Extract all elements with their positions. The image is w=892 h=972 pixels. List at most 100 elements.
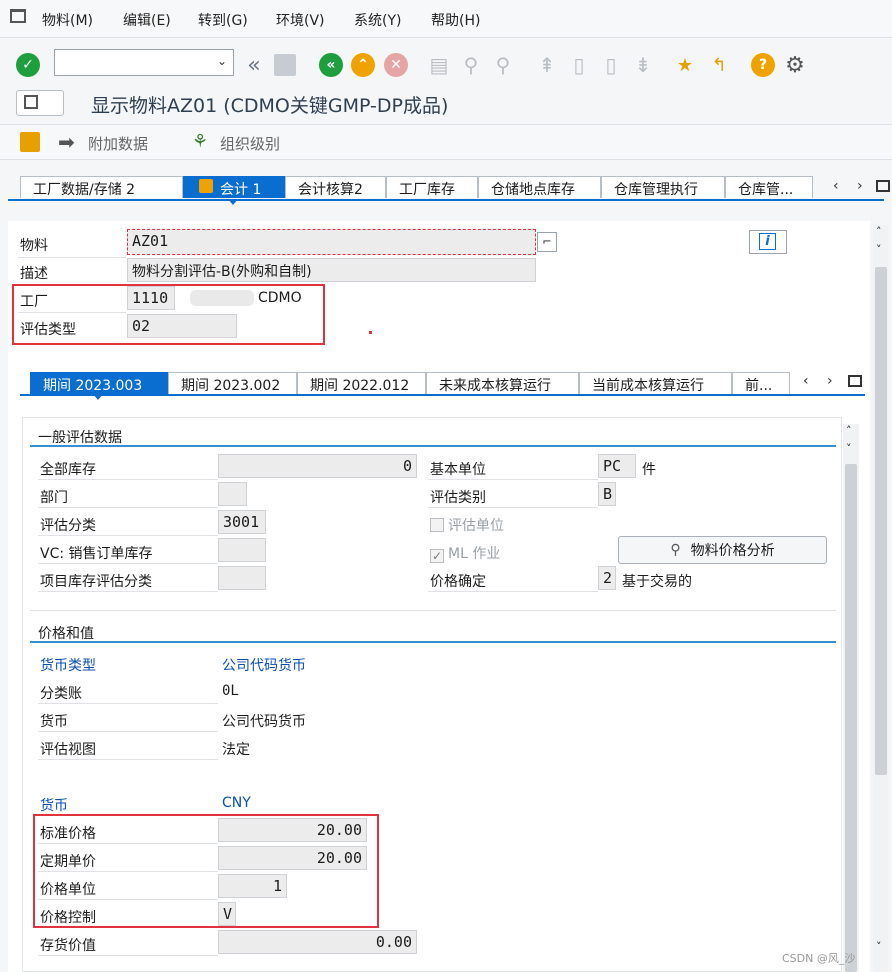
valuation-view-label: 评估视图 xyxy=(40,742,96,758)
menu-edit[interactable]: 编辑(E) xyxy=(123,10,171,30)
tab-costing-2[interactable]: 会计核算2 xyxy=(285,176,386,198)
outer-scroll-down-arrow-icon[interactable]: ˅ xyxy=(876,940,882,953)
page-title: 显示物料AZ01 (CDMO关键GMP-DP成品) xyxy=(91,95,449,117)
title-menu-icon xyxy=(24,95,38,109)
menu-bar: 物料(M) 编辑(E) 转到(G) 环境(V) 系统(Y) 帮助(H) xyxy=(0,0,892,38)
tab-period-2023-003[interactable]: 期间 2023.003 xyxy=(30,372,168,394)
inner-scroll-thumb[interactable] xyxy=(845,464,857,972)
tab-future-costing[interactable]: 未来成本核算运行 xyxy=(426,372,579,394)
tab-scroll-right-icon[interactable]: › xyxy=(857,178,863,194)
tab-plant-stock[interactable]: 工厂库存 xyxy=(386,176,478,198)
shortcut-icon[interactable]: ↰ xyxy=(706,52,732,78)
currency-type-label: 货币类型 xyxy=(40,658,96,674)
base-unit-label: 基本单位 xyxy=(430,462,486,478)
period-tab-right-icon[interactable]: › xyxy=(827,373,833,389)
menu-help[interactable]: 帮助(H) xyxy=(431,10,480,30)
label-underline xyxy=(38,563,218,564)
chevron-down-icon[interactable]: ⌄ xyxy=(217,54,227,68)
valuation-unit-label: 评估单位 xyxy=(448,518,504,534)
inventory-value-field: 0.00 xyxy=(218,930,417,954)
price-determination-text: 基于交易的 xyxy=(622,574,692,590)
menu-goto[interactable]: 转到(G) xyxy=(198,10,248,30)
currency-type-value: 公司代码货币 xyxy=(222,658,306,674)
tab-previous[interactable]: 前... xyxy=(732,372,790,394)
tab-plant-storage-2[interactable]: 工厂数据/存储 2 xyxy=(20,176,183,198)
outer-scrollbar[interactable]: ˄ ˅ ˅ xyxy=(873,225,889,972)
help-icon[interactable]: ? xyxy=(750,52,776,78)
print-icon[interactable]: ▤ xyxy=(426,52,452,78)
ledger-label: 分类账 xyxy=(40,686,82,702)
magnifier-icon: ⚲ xyxy=(670,542,681,558)
next-page-icon[interactable]: ▯ xyxy=(598,52,624,78)
label-underline xyxy=(38,955,218,956)
arrow-right-icon: ➡ xyxy=(58,130,75,154)
org-levels-button[interactable]: 组织级别 xyxy=(220,133,280,154)
outer-scroll-down-icon[interactable]: ˅ xyxy=(876,243,882,256)
base-unit-field: PC xyxy=(598,454,636,478)
find-icon[interactable]: ⚲ xyxy=(458,52,484,78)
back-double-icon[interactable]: « xyxy=(241,52,267,78)
previous-page-icon[interactable]: ▯ xyxy=(566,52,592,78)
save-icon[interactable] xyxy=(272,52,298,78)
label-underline xyxy=(38,731,218,732)
price-determination-label: 价格确定 xyxy=(430,574,486,590)
org-levels-icon: ⚘ xyxy=(192,131,209,152)
price-determination-field: 2 xyxy=(598,566,616,590)
period-tab-underline xyxy=(20,394,865,396)
first-page-icon[interactable]: ⇞ xyxy=(534,52,560,78)
price-analysis-label: 物料价格分析 xyxy=(690,543,775,559)
general-section-title: 一般评估数据 xyxy=(38,430,122,446)
material-price-analysis-button[interactable]: ⚲ 物料价格分析 xyxy=(618,536,827,564)
material-link-icon[interactable]: ⌐ xyxy=(537,232,557,252)
outer-scroll-thumb[interactable] xyxy=(875,267,887,775)
tab-period-2023-002[interactable]: 期间 2023.002 xyxy=(168,372,297,394)
scroll-up-icon[interactable]: ˄ xyxy=(846,424,852,437)
tab-storage-location-stock[interactable]: 仓储地点库存 xyxy=(478,176,601,198)
active-tab-marker xyxy=(228,199,238,207)
valuation-unit-checkbox[interactable]: 评估单位 xyxy=(430,515,504,535)
valuation-view-value: 法定 xyxy=(222,742,250,758)
create-session-icon[interactable]: ★ xyxy=(672,52,698,78)
info-icon: i xyxy=(759,233,776,250)
tab-period-2022-012[interactable]: 期间 2022.012 xyxy=(297,372,426,394)
division-label: 部门 xyxy=(40,490,68,506)
ml-active-checkbox[interactable]: ✓ ML 作业 xyxy=(430,543,500,563)
tab-scroll-left-icon[interactable]: ‹ xyxy=(833,178,839,194)
outer-scroll-up-icon[interactable]: ˄ xyxy=(876,225,882,238)
label-underline xyxy=(428,507,598,508)
enter-icon[interactable]: ✓ xyxy=(15,52,41,78)
project-stock-label: 项目库存评估分类 xyxy=(40,574,152,590)
label-underline xyxy=(18,257,126,258)
tab-warehouse-more[interactable]: 仓库管... xyxy=(725,176,813,198)
ml-active-label: ML 作业 xyxy=(448,546,501,562)
ledger-value: 0L xyxy=(222,683,239,699)
highlight-box-prices xyxy=(33,814,379,928)
exit-icon[interactable]: ⌃ xyxy=(350,52,376,78)
label-underline xyxy=(38,591,218,592)
prices-section-line xyxy=(30,641,836,643)
settings-icon[interactable]: ⚙ xyxy=(782,52,808,78)
change-display-icon[interactable] xyxy=(20,132,40,152)
find-next-icon[interactable]: ⚲ xyxy=(490,52,516,78)
command-field[interactable]: ⌄ xyxy=(54,49,234,76)
last-page-icon[interactable]: ⇟ xyxy=(630,52,656,78)
highlight-box-plant xyxy=(12,284,325,345)
back-icon[interactable]: « xyxy=(318,52,344,78)
menu-system[interactable]: 系统(Y) xyxy=(354,10,401,30)
menu-icon[interactable] xyxy=(10,9,26,23)
scroll-down-icon[interactable]: ˅ xyxy=(846,442,852,455)
tab-warehouse-execution[interactable]: 仓库管理执行 xyxy=(601,176,725,198)
label-underline xyxy=(38,535,218,536)
additional-data-button[interactable]: 附加数据 xyxy=(88,133,148,154)
menu-environment[interactable]: 环境(V) xyxy=(276,10,325,30)
period-tab-list-icon[interactable] xyxy=(848,375,862,387)
checkbox-icon xyxy=(430,518,444,532)
menu-material[interactable]: 物料(M) xyxy=(42,10,93,30)
tab-list-icon[interactable] xyxy=(876,180,890,192)
material-field: AZ01 xyxy=(127,229,536,255)
cancel-icon[interactable]: ✕ xyxy=(383,52,409,78)
inner-scrollbar[interactable]: ˄ ˅ xyxy=(843,424,859,972)
period-tab-left-icon[interactable]: ‹ xyxy=(803,373,809,389)
currency-label: 货币 xyxy=(40,714,68,730)
tab-current-costing[interactable]: 当前成本核算运行 xyxy=(579,372,732,394)
